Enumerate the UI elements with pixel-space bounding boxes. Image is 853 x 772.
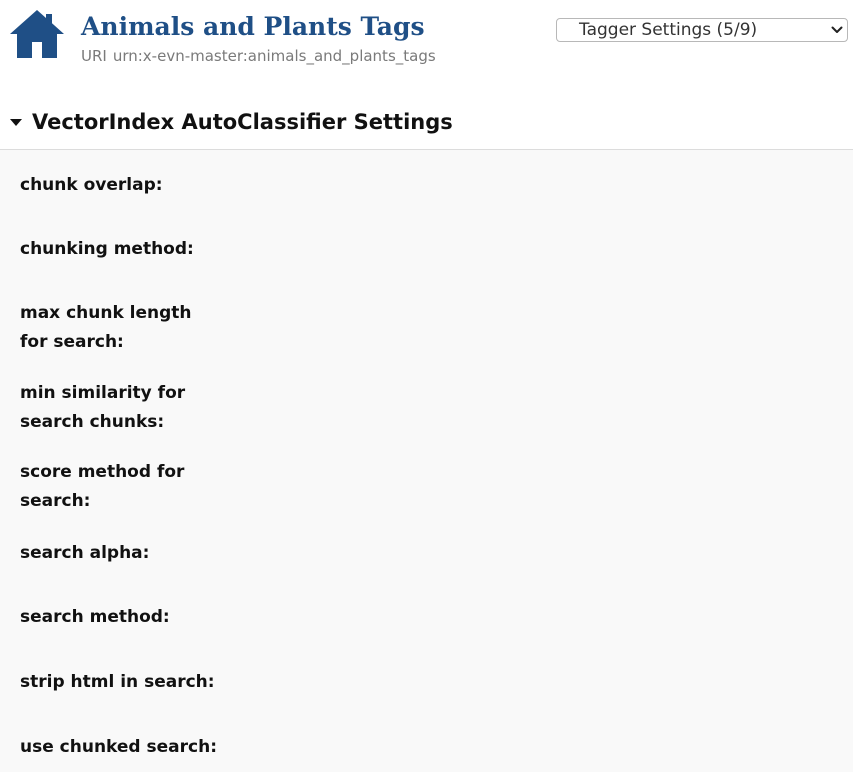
settings-panel: chunk overlap: chunking method: max chun… — [0, 150, 853, 772]
setting-label-chunk-overlap: chunk overlap: — [20, 175, 163, 195]
section-toggle[interactable]: VectorIndex AutoClassifier Settings — [0, 100, 853, 150]
home-button[interactable] — [8, 8, 66, 60]
setting-label-min-similarity: min similarity for search chunks: — [20, 383, 186, 432]
setting-label-chunking-method: chunking method: — [20, 239, 194, 259]
setting-label-strip-html: strip html in search: — [20, 672, 215, 692]
caret-down-icon — [10, 119, 22, 126]
setting-label-search-method: search method: — [20, 607, 170, 627]
uri-value: urn:x-evn-master:animals_and_plants_tags — [112, 47, 436, 65]
uri-line: URI urn:x-evn-master:animals_and_plants_t… — [81, 47, 436, 65]
setting-label-use-chunked-search: use chunked search: — [20, 737, 218, 757]
view-select-value: Tagger Settings (5/9) — [579, 20, 758, 40]
page-header: Animals and Plants Tags URI urn:x-evn-mas… — [0, 0, 853, 100]
section-title: VectorIndex AutoClassifier Settings — [32, 110, 453, 134]
chevron-down-icon — [831, 26, 843, 33]
page-title: Animals and Plants Tags — [81, 12, 425, 41]
setting-label-score-method: score method for search: — [20, 462, 185, 511]
home-icon — [10, 10, 64, 58]
setting-label-max-chunk-length: max chunk length for search: — [20, 303, 192, 352]
view-select[interactable]: Tagger Settings (5/9) — [556, 18, 848, 42]
setting-label-search-alpha: search alpha: — [20, 543, 150, 563]
uri-label: URI — [81, 47, 107, 65]
